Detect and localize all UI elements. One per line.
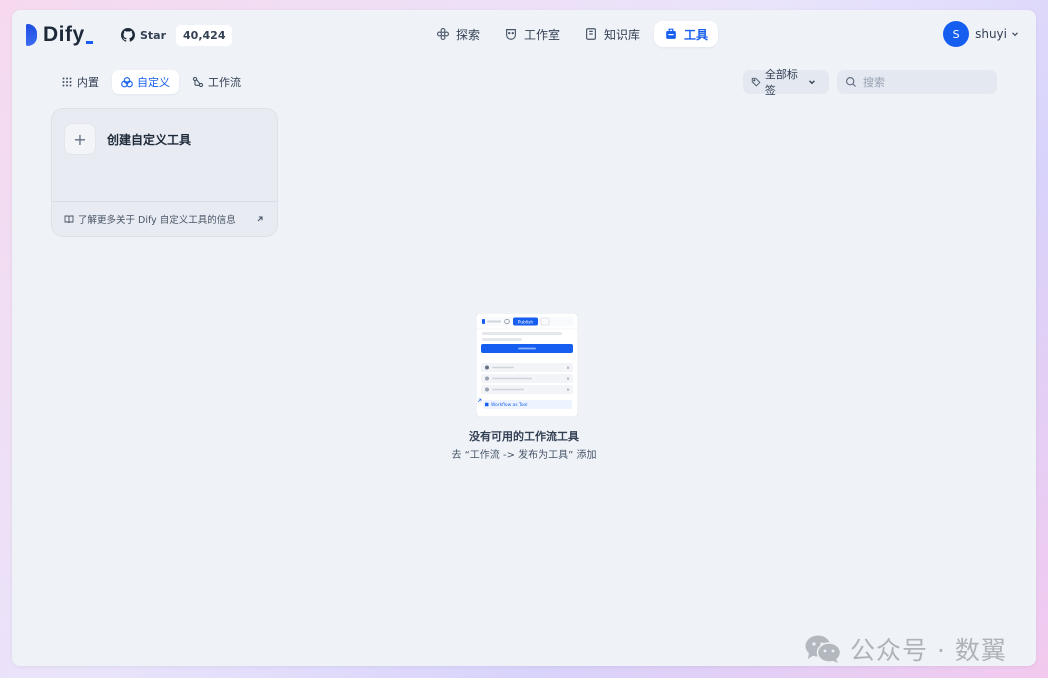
empty-state-illustration: Publish × × × Workflow as Tool <box>476 313 578 417</box>
open-book-icon <box>64 215 74 224</box>
studio-icon <box>506 29 516 40</box>
create-custom-tool-card[interactable]: + 创建自定义工具 了解更多关于 Dify 自定义工具的信息 <box>51 108 278 237</box>
plus-icon: + <box>64 123 96 155</box>
logo-text: Dify <box>43 23 85 46</box>
wechat-icon <box>805 635 842 663</box>
nav-tools-label: 工具 <box>684 27 709 42</box>
user-menu[interactable]: S shuyi <box>943 21 1020 47</box>
svg-text:×: × <box>566 365 569 370</box>
main-nav: 探索 工作室 知识库 工具 <box>426 21 719 47</box>
nav-knowledge-label: 知识库 <box>604 27 641 42</box>
dify-logo[interactable]: Dify <box>26 22 93 48</box>
illustration-publish-text: Publish <box>518 319 534 325</box>
app-window: Dify Star 40,424 探索 工作室 知识库 工具 S shuyi 内… <box>12 10 1036 666</box>
tab-workflow-label: 工作流 <box>208 76 241 89</box>
learn-more-link[interactable]: 了解更多关于 Dify 自定义工具的信息 <box>64 212 265 226</box>
watermark-text: 公众号 · 数翼 <box>850 636 1007 665</box>
chevron-down-icon <box>1012 32 1018 37</box>
empty-state-title: 没有可用的工作流工具 <box>469 430 579 443</box>
tab-builtin[interactable]: 内置 <box>52 70 108 94</box>
toolbox-icon <box>666 28 676 39</box>
logo-underscore <box>85 40 93 44</box>
tag-filter-label: 全部标签 <box>764 68 798 97</box>
github-icon <box>121 28 135 42</box>
search-input[interactable] <box>863 75 983 89</box>
card-divider <box>52 201 277 202</box>
nav-explore[interactable]: 探索 <box>426 21 490 47</box>
tab-workflow[interactable]: 工作流 <box>183 70 250 94</box>
svg-text:×: × <box>566 387 569 392</box>
tab-custom-label: 自定义 <box>137 76 170 89</box>
nav-studio-label: 工作室 <box>524 27 561 42</box>
empty-state-hint: 去 “工作流 -> 发布为工具” 添加 <box>451 450 597 461</box>
illustration-item-text: Workflow as Tool <box>491 402 527 408</box>
search-icon <box>845 76 856 87</box>
nav-tools[interactable]: 工具 <box>654 21 719 47</box>
create-card-header[interactable]: + 创建自定义工具 <box>64 123 191 155</box>
chevron-down-icon <box>809 80 816 85</box>
tab-builtin-label: 内置 <box>77 76 99 89</box>
workflow-icon <box>192 76 204 88</box>
search-box[interactable] <box>837 70 997 94</box>
star-count: 40,424 <box>176 24 233 46</box>
github-star-link[interactable]: Star 40,424 <box>121 24 233 46</box>
nav-knowledge[interactable]: 知识库 <box>574 21 650 47</box>
star-label: Star <box>140 28 167 42</box>
compass-icon <box>437 28 449 40</box>
book-icon <box>586 28 596 40</box>
top-header: Dify Star 40,424 探索 工作室 知识库 工具 S shuyi <box>12 10 1036 58</box>
tab-custom[interactable]: 自定义 <box>112 70 179 94</box>
avatar: S <box>943 21 970 47</box>
nav-explore-label: 探索 <box>456 27 481 42</box>
watermark: 公众号 · 数翼 <box>804 631 1007 666</box>
dify-logo-mark <box>26 24 37 46</box>
learn-more-text: 了解更多关于 Dify 自定义工具的信息 <box>78 215 236 226</box>
create-card-title: 创建自定义工具 <box>107 132 192 147</box>
tool-category-tabs: 内置 自定义 工作流 <box>52 70 250 94</box>
nav-studio[interactable]: 工作室 <box>494 21 570 47</box>
external-arrow-icon <box>257 216 263 222</box>
tag-filter-dropdown[interactable]: 全部标签 <box>743 68 829 97</box>
custom-tool-icon <box>121 77 133 88</box>
svg-text:×: × <box>566 376 569 381</box>
tag-icon <box>751 77 761 87</box>
grid-icon <box>62 77 72 87</box>
username: shuyi <box>975 27 1007 41</box>
